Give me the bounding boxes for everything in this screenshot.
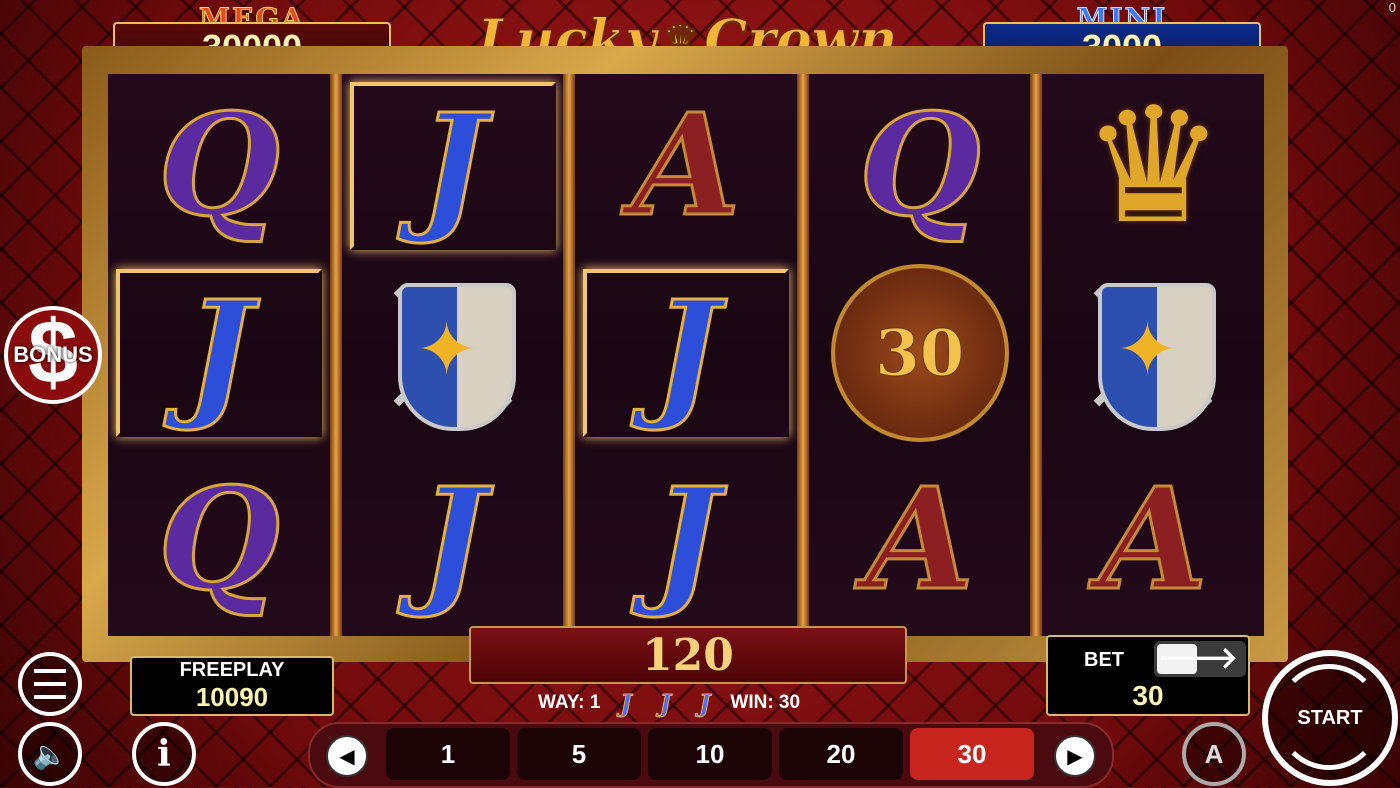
info-icon: i	[157, 733, 171, 775]
reel-symbol: J	[342, 76, 564, 256]
reel-symbol: ✦	[1042, 263, 1264, 443]
reel-divider	[563, 74, 576, 636]
symbol-q-icon: Q	[157, 458, 282, 622]
symbol-a-icon: A	[864, 458, 976, 622]
win-label: WIN: 30	[730, 692, 801, 713]
bet-option[interactable]: 1	[386, 728, 510, 780]
win-symbol-icon: J	[659, 688, 672, 718]
bet-option[interactable]: 20	[779, 728, 903, 780]
bet-box: BET 🡒 30	[1046, 635, 1250, 716]
bet-next-button[interactable]: ▶	[1054, 735, 1096, 777]
reel-symbol: Q	[108, 450, 330, 630]
shield-icon: ✦	[1078, 273, 1228, 433]
reel-symbol: 30	[809, 263, 1031, 443]
win-highlight	[116, 269, 322, 437]
autoplay-icon: A	[1204, 738, 1224, 769]
win-symbol-icon: J	[699, 688, 711, 718]
way-label: WAY: 1	[538, 692, 601, 713]
sound-button[interactable]: 🔈	[18, 722, 82, 786]
win-amount: 120	[642, 629, 734, 681]
reel-symbol: ♛	[1042, 76, 1264, 256]
autoplay-button[interactable]: A	[1182, 722, 1246, 786]
symbol-a-icon: A	[630, 84, 742, 248]
reel-symbol: J	[575, 450, 797, 630]
reel-3: AJJ	[575, 74, 797, 636]
bonus-button[interactable]: $ BONUS	[4, 306, 102, 404]
freeplay-box: FREEPLAY 10090	[130, 656, 334, 716]
symbol-j-icon: J	[418, 458, 487, 622]
bet-value: 30	[1132, 680, 1164, 711]
symbol-q-icon: Q	[857, 84, 982, 248]
bet-option[interactable]: 30	[910, 728, 1034, 780]
bet-label: BET	[1084, 649, 1124, 671]
win-display: 120	[469, 626, 907, 684]
corner-counter: 0	[1388, 0, 1396, 15]
symbol-j-icon: J	[652, 458, 721, 622]
bet-toggle[interactable]: 🡒	[1154, 641, 1246, 677]
reel-symbol: ✦	[342, 263, 564, 443]
menu-button[interactable]	[18, 652, 82, 716]
crown-icon: ♛	[1081, 76, 1226, 255]
bonus-label: BONUS	[13, 342, 93, 367]
arrow-right-icon: 🡒	[1157, 642, 1238, 675]
chevron-left-icon: ◀	[339, 745, 355, 768]
reel-symbol: J	[108, 263, 330, 443]
spin-arrows-icon	[1276, 664, 1382, 770]
reel-divider	[329, 74, 342, 636]
symbol-q-icon: Q	[157, 84, 282, 248]
reel-symbol: A	[575, 76, 797, 256]
reel-divider	[1030, 74, 1043, 636]
symbol-a-icon: A	[1098, 458, 1210, 622]
coin-icon: 30	[830, 264, 1009, 442]
hamburger-icon	[34, 669, 66, 699]
reel-area: Q J Q J ✦ J A J J Q 30 A ♛ ✦ A	[108, 74, 1264, 636]
shield-icon: ✦	[378, 273, 528, 433]
reel-symbol: Q	[809, 76, 1031, 256]
info-button[interactable]: i	[132, 722, 196, 786]
reel-symbol: J	[342, 450, 564, 630]
reel-symbol: A	[1042, 450, 1264, 630]
bet-option[interactable]: 10	[648, 728, 772, 780]
reel-2: J ✦ J	[341, 74, 564, 636]
reel-symbol: J	[575, 263, 797, 443]
reel-4: Q 30 A	[808, 74, 1031, 636]
reel-symbol: A	[809, 450, 1031, 630]
freeplay-value: 10090	[195, 682, 269, 712]
reel-5: ♛ ✦ A	[1042, 74, 1264, 636]
bet-selector: ◀ ▶ 1 5 10 20 30	[308, 722, 1114, 788]
win-info: WAY: 1 J J J WIN: 30	[538, 688, 801, 718]
bet-prev-button[interactable]: ◀	[326, 735, 368, 777]
start-button[interactable]: START	[1262, 650, 1398, 786]
win-highlight	[349, 82, 556, 250]
win-symbol-icon: J	[620, 688, 632, 718]
bet-option[interactable]: 5	[517, 728, 641, 780]
reel-1: QJQ	[108, 74, 330, 636]
freeplay-label: FREEPLAY	[179, 659, 285, 681]
coin-value: 30	[875, 315, 965, 391]
win-highlight	[583, 269, 790, 437]
reel-symbol: Q	[108, 76, 330, 256]
speaker-icon: 🔈	[32, 738, 68, 770]
reel-divider	[796, 74, 809, 636]
chevron-right-icon: ▶	[1067, 745, 1083, 768]
